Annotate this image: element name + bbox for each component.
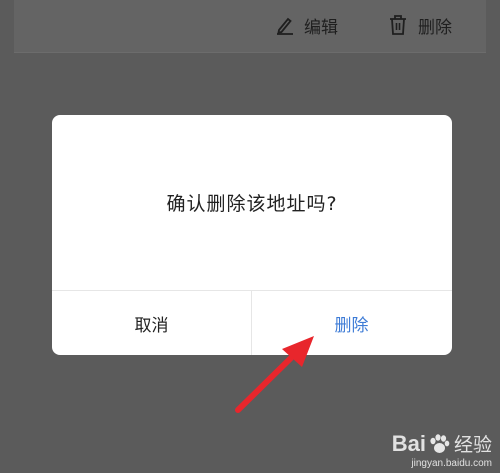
watermark-url: jingyan.baidu.com (411, 458, 492, 469)
paw-icon (430, 433, 450, 453)
watermark-logo-left: Bai (391, 430, 426, 456)
watermark-logo-right: 经验 (453, 435, 492, 456)
watermark-logo: Bai 经验 (392, 430, 492, 457)
annotation-arrow-icon (235, 336, 314, 413)
baidu-jingyan-watermark: Bai 经验 jingyan.baidu.com (392, 430, 492, 470)
